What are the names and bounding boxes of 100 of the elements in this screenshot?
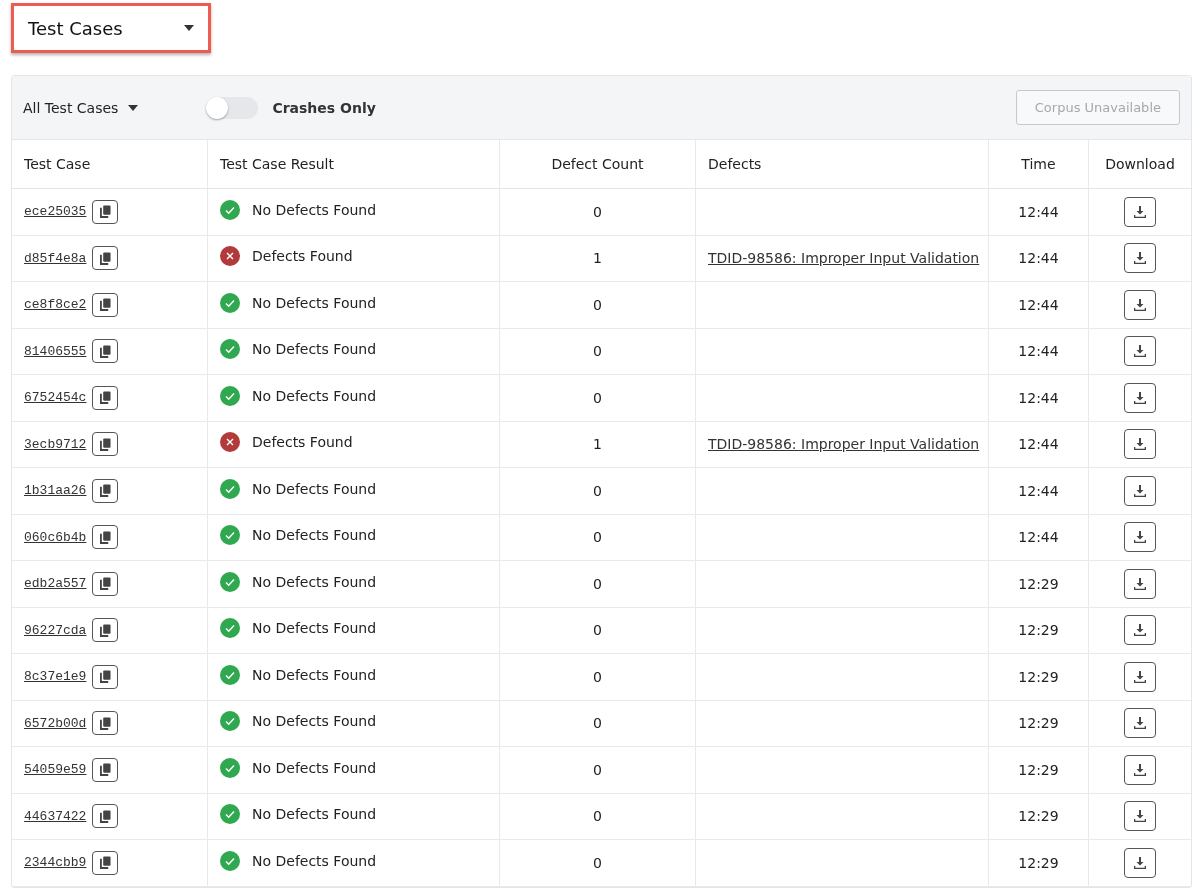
download-button[interactable] xyxy=(1124,429,1156,460)
result-text: No Defects Found xyxy=(252,620,377,637)
copy-button[interactable] xyxy=(92,618,119,643)
filter-dropdown[interactable]: All Test Cases xyxy=(23,99,139,116)
download-button[interactable] xyxy=(1124,754,1156,785)
copy-button[interactable] xyxy=(92,757,119,782)
download-icon xyxy=(1134,624,1146,637)
defect-count: 0 xyxy=(593,575,602,592)
test-case-link[interactable]: 2344cbb9 xyxy=(24,855,87,871)
copy-button[interactable] xyxy=(92,339,119,364)
test-case-link[interactable]: edb2a557 xyxy=(24,576,87,592)
copy-button[interactable] xyxy=(92,246,119,271)
copy-button[interactable] xyxy=(92,432,119,457)
download-button[interactable] xyxy=(1124,661,1156,692)
defect-count: 0 xyxy=(593,715,602,732)
download-button[interactable] xyxy=(1124,615,1156,646)
result-text: No Defects Found xyxy=(252,713,377,730)
defect-count: 0 xyxy=(593,343,602,360)
result-text: No Defects Found xyxy=(252,294,377,311)
defect-count: 1 xyxy=(593,250,602,267)
time-text: 12:29 xyxy=(1018,715,1059,732)
copy-button[interactable] xyxy=(92,711,119,736)
defect-count: 0 xyxy=(593,668,602,685)
toggle-switch[interactable] xyxy=(206,96,259,119)
download-button[interactable] xyxy=(1124,522,1156,553)
download-button[interactable] xyxy=(1124,801,1156,832)
toggle-label: Crashes Only xyxy=(272,99,376,116)
defect-count: 0 xyxy=(593,529,602,546)
copy-button[interactable] xyxy=(92,525,119,550)
copy-button[interactable] xyxy=(92,292,119,317)
copy-button[interactable] xyxy=(92,804,119,829)
time-text: 12:29 xyxy=(1018,761,1059,778)
result-text: No Defects Found xyxy=(252,201,377,218)
copy-icon xyxy=(99,437,111,451)
column-header: Defects xyxy=(708,156,762,172)
caret-icon xyxy=(128,104,139,111)
download-button[interactable] xyxy=(1124,196,1156,227)
download-button[interactable] xyxy=(1124,382,1156,413)
test-case-link[interactable]: ece25035 xyxy=(24,204,87,220)
download-icon xyxy=(1134,717,1146,730)
download-icon xyxy=(1134,345,1146,358)
download-icon xyxy=(1134,298,1146,311)
time-text: 12:29 xyxy=(1018,575,1059,592)
time-text: 12:44 xyxy=(1018,203,1059,220)
time-text: 12:44 xyxy=(1018,343,1059,360)
copy-icon xyxy=(99,298,111,312)
download-button[interactable] xyxy=(1124,475,1156,506)
copy-button[interactable] xyxy=(92,850,119,875)
test-case-link[interactable]: 54059e59 xyxy=(24,762,87,778)
download-button[interactable] xyxy=(1124,708,1156,739)
defect-count: 0 xyxy=(593,761,602,778)
result-text: Defects Found xyxy=(252,434,353,451)
copy-icon xyxy=(99,251,111,265)
copy-icon xyxy=(99,530,111,544)
view-dropdown[interactable]: Test Cases xyxy=(11,3,211,53)
column-header: Time xyxy=(1021,156,1056,172)
caret-icon xyxy=(184,25,194,31)
copy-button[interactable] xyxy=(92,199,119,224)
test-case-link[interactable]: 3ecb9712 xyxy=(24,436,87,452)
defect-count: 0 xyxy=(593,622,602,639)
download-button[interactable] xyxy=(1124,243,1156,274)
test-case-link[interactable]: 060c6b4b xyxy=(24,529,87,545)
download-button[interactable] xyxy=(1124,847,1156,878)
test-case-link[interactable]: 6572b00d xyxy=(24,715,87,731)
test-case-link[interactable]: 81406555 xyxy=(24,343,87,359)
time-text: 12:29 xyxy=(1018,622,1059,639)
result-text: No Defects Found xyxy=(252,759,377,776)
copy-button[interactable] xyxy=(92,571,119,596)
defect-count: 0 xyxy=(593,296,602,313)
column-header: Download xyxy=(1105,156,1175,172)
defect-link[interactable]: TDID-98586: Improper Input Validation xyxy=(708,250,980,267)
test-case-link[interactable]: 44637422 xyxy=(24,808,87,824)
defect-count: 0 xyxy=(593,808,602,825)
time-text: 12:44 xyxy=(1018,529,1059,546)
copy-icon xyxy=(99,670,111,684)
test-case-link[interactable]: 1b31aa26 xyxy=(24,483,87,499)
download-icon xyxy=(1134,205,1146,218)
test-case-link[interactable]: 96227cda xyxy=(24,622,87,638)
download-button[interactable] xyxy=(1124,336,1156,367)
copy-icon xyxy=(99,763,111,777)
copy-button[interactable] xyxy=(92,385,119,410)
test-case-link[interactable]: 8c37e1e9 xyxy=(24,669,87,685)
download-button[interactable] xyxy=(1124,289,1156,320)
download-icon xyxy=(1134,856,1146,869)
test-case-link[interactable]: 6752454c xyxy=(24,390,87,406)
column-header: Defect Count xyxy=(551,156,644,172)
copy-button[interactable] xyxy=(92,478,119,503)
result-text: No Defects Found xyxy=(252,852,377,869)
defect-link[interactable]: TDID-98586: Improper Input Validation xyxy=(708,436,980,453)
download-button[interactable] xyxy=(1124,568,1156,599)
result-text: No Defects Found xyxy=(252,806,377,823)
test-case-link[interactable]: d85f4e8a xyxy=(24,250,87,266)
copy-icon xyxy=(99,809,111,823)
result-text: No Defects Found xyxy=(252,341,377,358)
download-icon xyxy=(1134,252,1146,265)
copy-icon xyxy=(99,205,111,219)
copy-icon xyxy=(99,484,111,498)
test-case-link[interactable]: ce8f8ce2 xyxy=(24,297,87,313)
copy-button[interactable] xyxy=(92,664,119,689)
download-icon xyxy=(1134,438,1146,451)
